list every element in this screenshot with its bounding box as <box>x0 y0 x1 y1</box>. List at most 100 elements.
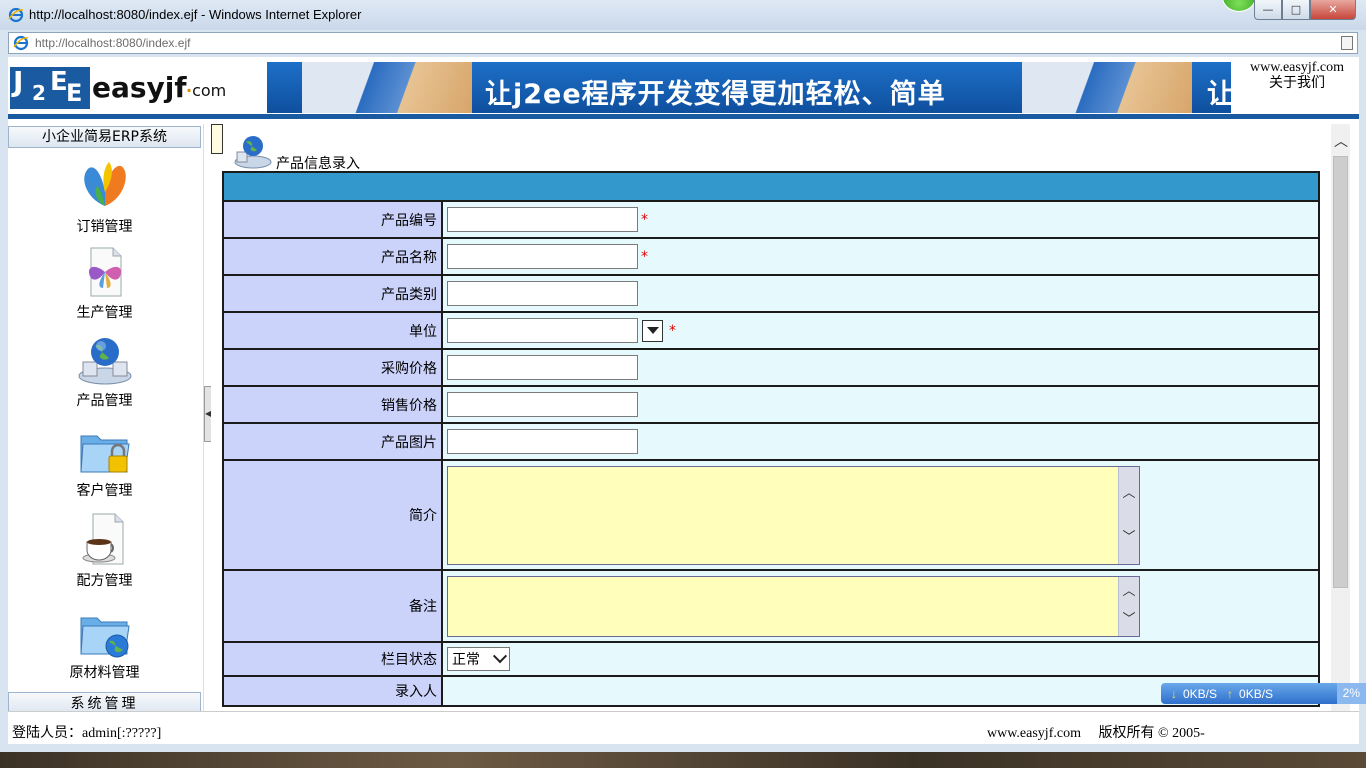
handshake-image <box>302 62 472 113</box>
field-label: 产品类别 <box>222 274 443 313</box>
form-row: 单位 * <box>222 311 1320 350</box>
form-row: 栏目状态 正常 <box>222 641 1320 677</box>
product-image-input[interactable] <box>447 429 638 454</box>
textarea-scrollbar[interactable]: ︿ ﹀ <box>1118 466 1139 564</box>
sidebar-item-label: 产品管理 <box>76 393 133 409</box>
scroll-up-icon[interactable]: ︿ <box>1122 584 1136 599</box>
form-row: 产品图片 <box>222 422 1320 461</box>
close-button[interactable]: ✕ <box>1310 0 1356 20</box>
dropdown-arrow-icon[interactable] <box>642 319 663 342</box>
form-row: 产品名称 * <box>222 237 1320 276</box>
header-links: www.easyjf.com 关于我们 <box>1238 60 1356 92</box>
desktop-background <box>0 752 1366 768</box>
form-header-row <box>222 171 1320 202</box>
login-info: 登陆人员：admin[:?????] <box>12 726 162 741</box>
about-link[interactable]: 关于我们 <box>1238 76 1356 92</box>
scroll-thumb[interactable] <box>1333 156 1348 588</box>
banner[interactable]: 让j2ee程序开发变得更加轻松、简单 让 <box>267 62 1231 113</box>
field-label: 单位 <box>222 311 443 350</box>
copyright: www.easyjf.com 版权所有 © 2005- <box>987 726 1205 741</box>
sidebar-item-production[interactable]: 生产管理 <box>8 244 201 322</box>
unit-combobox[interactable] <box>447 318 663 343</box>
field-label: 采购价格 <box>222 348 443 387</box>
field-label: 产品名称 <box>222 237 443 276</box>
form-row: 录入人 <box>222 675 1320 707</box>
page-title: 产品信息录入 <box>276 156 360 172</box>
field-label: 栏目状态 <box>222 641 443 677</box>
site-header: J 2 E E easyjf ·com 让j2ee程序开发变得更加轻松、简单 让… <box>8 57 1359 119</box>
sidebar-item-customers[interactable]: 客户管理 <box>8 422 201 500</box>
field-label: 销售价格 <box>222 385 443 424</box>
field-label: 录入人 <box>222 675 443 707</box>
globe-folder-icon <box>75 604 135 660</box>
product-name-input[interactable] <box>447 244 638 269</box>
maximize-button[interactable]: □ <box>1282 0 1310 20</box>
scroll-down-icon[interactable]: ﹀ <box>1122 612 1136 627</box>
required-mark: * <box>669 322 676 339</box>
banner-slogan: 让j2ee程序开发变得更加轻松、简单 <box>485 79 946 110</box>
sidebar-title[interactable]: 小企业简易ERP系统 <box>8 126 201 148</box>
field-label: 简介 <box>222 459 443 571</box>
site-footer: 登陆人员：admin[:?????] www.easyjf.com 版权所有 ©… <box>8 711 1359 744</box>
scroll-up-icon[interactable]: ︿ <box>1122 486 1136 501</box>
upload-arrow-icon: ↑ <box>1227 686 1234 701</box>
locked-folder-icon <box>75 422 135 478</box>
sidebar-item-materials[interactable]: 原材料管理 <box>8 604 201 682</box>
frame-marker <box>211 124 223 154</box>
ie-icon <box>8 7 24 23</box>
coffee-document-icon <box>75 512 135 568</box>
download-arrow-icon: ↓ <box>1171 686 1177 701</box>
minimize-button[interactable]: — <box>1254 0 1282 20</box>
form-row: 产品类别 <box>222 274 1320 313</box>
logo-brand: easyjf <box>92 71 187 104</box>
address-url[interactable]: http://localhost:8080/index.ejf <box>35 36 190 50</box>
form-row: 产品编号 * <box>222 200 1320 239</box>
sidebar-item-formulas[interactable]: 配方管理 <box>8 512 201 590</box>
status-select[interactable]: 正常 <box>447 647 510 671</box>
unit-input[interactable] <box>447 318 638 343</box>
form-row: 采购价格 <box>222 348 1320 387</box>
ie-icon <box>13 35 29 51</box>
site-logo[interactable]: J 2 E E easyjf ·com <box>10 63 260 111</box>
sidebar: 小企业简易ERP系统 订销管理 生产管理 产品管理 客户管理 配方管理 原材料管… <box>8 124 203 714</box>
form-row: 备注 ︿ ﹀ <box>222 569 1320 643</box>
sidebar-item-label: 原材料管理 <box>69 665 140 681</box>
required-mark: * <box>641 211 648 228</box>
field-label: 产品编号 <box>222 200 443 239</box>
form-row: 简介 ︿ ﹀ <box>222 459 1320 571</box>
intro-textarea[interactable]: ︿ ﹀ <box>447 465 1140 565</box>
page-icon[interactable] <box>1341 36 1353 50</box>
logo-com: ·com <box>186 81 227 100</box>
sidebar-item-products[interactable]: 产品管理 <box>8 332 201 410</box>
product-form: 产品编号 * 产品名称 * 产品类别 单位 * 采购价格 销售价格 产品图片 简… <box>222 171 1320 707</box>
j2ee-logo-icon: J 2 E E <box>10 65 90 109</box>
main-content: 产品信息录入 产品编号 * 产品名称 * 产品类别 单位 * 采购价格 销售价格… <box>211 124 1331 711</box>
field-label: 产品图片 <box>222 422 443 461</box>
sidebar-item-label: 生产管理 <box>76 305 133 321</box>
address-bar[interactable]: http://localhost:8080/index.ejf <box>8 32 1358 54</box>
sidebar-item-label: 订销管理 <box>76 219 133 235</box>
scroll-up-icon[interactable]: ︿ <box>1334 135 1348 149</box>
sale-price-input[interactable] <box>447 392 638 417</box>
butterfly-document-icon <box>75 244 135 300</box>
remark-textarea[interactable]: ︿ ﹀ <box>447 575 1140 637</box>
window-controls: — □ ✕ <box>1254 0 1356 20</box>
site-link[interactable]: www.easyjf.com <box>1238 60 1356 76</box>
product-category-input[interactable] <box>447 281 638 306</box>
orb-icon <box>1222 0 1256 12</box>
chevron-down-icon <box>492 649 508 664</box>
download-speed: 0KB/S <box>1183 686 1218 701</box>
page-scrollbar[interactable]: ︿ <box>1331 124 1350 711</box>
purchase-price-input[interactable] <box>447 355 638 380</box>
form-row: 销售价格 <box>222 385 1320 424</box>
sidebar-item-label: 客户管理 <box>76 483 133 499</box>
network-meter[interactable]: ↓ 0KB/S ↑ 0KB/S 2% <box>1161 683 1366 704</box>
required-mark: * <box>641 248 648 265</box>
product-code-input[interactable] <box>447 207 638 232</box>
sidebar-item-label: 配方管理 <box>76 573 133 589</box>
textarea-scrollbar[interactable]: ︿ ﹀ <box>1118 576 1139 636</box>
network-percent: 2% <box>1336 683 1366 704</box>
scroll-down-icon[interactable]: ﹀ <box>1122 530 1136 545</box>
sidebar-item-orders[interactable]: 订销管理 <box>8 158 201 236</box>
butterfly-logo-icon <box>75 158 135 214</box>
